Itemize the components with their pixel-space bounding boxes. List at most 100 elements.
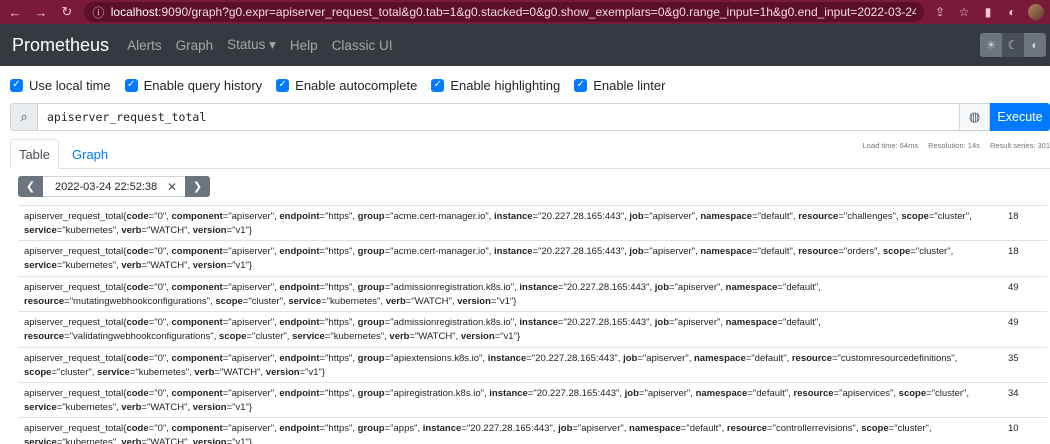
label-name: resource	[24, 331, 65, 343]
tab-table[interactable]: Table	[10, 139, 59, 169]
results-table: apiserver_request_total{code="0", compon…	[18, 205, 1047, 444]
label-name: verb	[121, 225, 142, 236]
label-name: service	[288, 295, 322, 307]
label-name: version	[192, 401, 227, 413]
label-name: group	[357, 317, 385, 329]
label-name: namespace	[700, 211, 753, 222]
label-name: job	[623, 352, 638, 364]
series-labels: apiserver_request_total{code="0", compon…	[24, 211, 972, 236]
label-name: endpoint	[279, 423, 320, 435]
label-name: code	[126, 281, 149, 293]
option-highlighting[interactable]: ✓ Enable highlighting	[431, 78, 560, 93]
profile-avatar[interactable]	[1028, 4, 1044, 20]
label-name: namespace	[725, 317, 778, 329]
expression-input[interactable]: apiserver_request_total	[38, 103, 960, 131]
label-name: group	[357, 246, 385, 258]
option-linter[interactable]: ✓ Enable linter	[574, 78, 665, 93]
label-name: verb	[121, 401, 142, 413]
dark-theme-icon[interactable]: ☾	[1002, 33, 1024, 57]
label-name: service	[24, 260, 57, 272]
checkbox-checked-icon[interactable]: ✓	[124, 78, 138, 92]
info-icon: ⓘ	[92, 5, 105, 20]
bookmark-star-icon[interactable]: ☆	[956, 5, 972, 19]
label-name: resource	[726, 423, 768, 435]
label-name: namespace	[725, 281, 778, 293]
label-name: job	[624, 387, 639, 399]
label-name: version	[192, 437, 227, 444]
label-name: verb	[385, 295, 406, 307]
reload-icon[interactable]: ↻	[58, 4, 76, 20]
series-labels: apiserver_request_total{code="0", compon…	[18, 422, 1008, 444]
panel-tabs: Table Graph Load time: 64ms Resolution: …	[10, 139, 1050, 169]
nav-classic-ui[interactable]: Classic UI	[332, 38, 393, 53]
option-autocomplete[interactable]: ✓ Enable autocomplete	[276, 78, 417, 93]
address-bar[interactable]: ⓘ localhost:9090/graph?g0.expr=apiserver…	[84, 2, 924, 22]
brand-logo[interactable]: Prometheus	[12, 35, 109, 56]
label-name: namespace	[693, 352, 746, 364]
label-name: group	[357, 387, 385, 399]
label-name: component	[171, 281, 223, 293]
label-name: code	[126, 387, 149, 399]
url-text: localhost:9090/graph?g0.expr=apiserver_r…	[110, 5, 916, 19]
checkbox-checked-icon[interactable]: ✓	[276, 78, 290, 92]
label-name: group	[357, 423, 385, 435]
table-row: apiserver_request_total{code="0", compon…	[18, 240, 1047, 275]
label-name: group	[357, 352, 385, 364]
label-name: code	[126, 423, 149, 435]
back-arrow-icon[interactable]: ←	[6, 5, 24, 20]
light-theme-icon[interactable]: ☀	[980, 33, 1002, 57]
series-labels: apiserver_request_total{code="0", compon…	[24, 246, 954, 272]
label-name: scope	[882, 246, 911, 258]
label-name: scope	[901, 211, 929, 222]
label-name: verb	[389, 331, 410, 343]
table-row: apiserver_request_total{code="0", compon…	[18, 275, 1047, 311]
nav-alerts[interactable]: Alerts	[127, 38, 162, 53]
nav-help[interactable]: Help	[290, 38, 318, 53]
label-name: resource	[24, 295, 65, 307]
label-name: instance	[422, 423, 462, 435]
browser-theme-icon[interactable]: ◐	[1024, 33, 1046, 57]
nav-graph[interactable]: Graph	[176, 38, 214, 53]
extensions-icon[interactable]: ◐	[1004, 5, 1020, 19]
series-value: 18	[1008, 211, 1019, 222]
share-icon[interactable]: ⇪	[932, 5, 948, 19]
label-name: component	[171, 317, 223, 329]
series-value: 49	[1008, 317, 1019, 329]
label-name: instance	[489, 387, 528, 399]
label-name: resource	[798, 246, 839, 258]
label-name: endpoint	[279, 352, 320, 364]
option-query-history[interactable]: ✓ Enable query history	[124, 78, 262, 93]
checkbox-checked-icon[interactable]: ✓	[431, 78, 445, 92]
checkbox-checked-icon[interactable]: ✓	[10, 78, 23, 92]
label-name: endpoint	[279, 281, 320, 293]
result-series: Result series: 301	[989, 141, 1050, 150]
tab-graph[interactable]: Graph	[72, 139, 108, 169]
chevron-right-icon[interactable]: ❯	[185, 176, 210, 197]
nav-status-dropdown[interactable]: Status ▾	[227, 37, 276, 53]
checkbox-checked-icon[interactable]: ✓	[574, 78, 588, 92]
label-name: component	[171, 211, 223, 222]
evaluation-time-input[interactable]: 2022-03-24 22:52:38 ✕	[43, 176, 185, 197]
label-name: service	[24, 401, 57, 413]
label-name: namespace	[700, 246, 753, 258]
load-time: Load time: 64ms	[862, 141, 919, 150]
execute-button[interactable]: Execute	[990, 103, 1050, 131]
label-name: verb	[194, 366, 215, 378]
metrics-explorer-globe-icon[interactable]: ◍	[960, 103, 990, 131]
chevron-left-icon[interactable]: ❮	[18, 176, 43, 197]
label-name: job	[629, 211, 644, 222]
label-name: version	[265, 366, 300, 378]
label-name: code	[126, 211, 149, 222]
label-name: code	[126, 246, 149, 258]
label-name: resource	[793, 387, 834, 399]
series-value: 10	[1008, 423, 1019, 435]
series-labels: apiserver_request_total{code="0", compon…	[24, 281, 821, 307]
theme-toggle-group: ☀ ☾ ◐	[980, 33, 1046, 57]
sidebar-icon[interactable]: ▮	[980, 5, 996, 19]
resolution: Resolution: 14s	[928, 141, 980, 150]
option-use-local-time[interactable]: ✓ Use local time	[10, 78, 111, 93]
label-name: version	[192, 260, 227, 272]
label-name: endpoint	[279, 317, 320, 329]
clear-icon[interactable]: ✕	[167, 180, 177, 194]
forward-arrow-icon[interactable]: →	[32, 5, 50, 20]
